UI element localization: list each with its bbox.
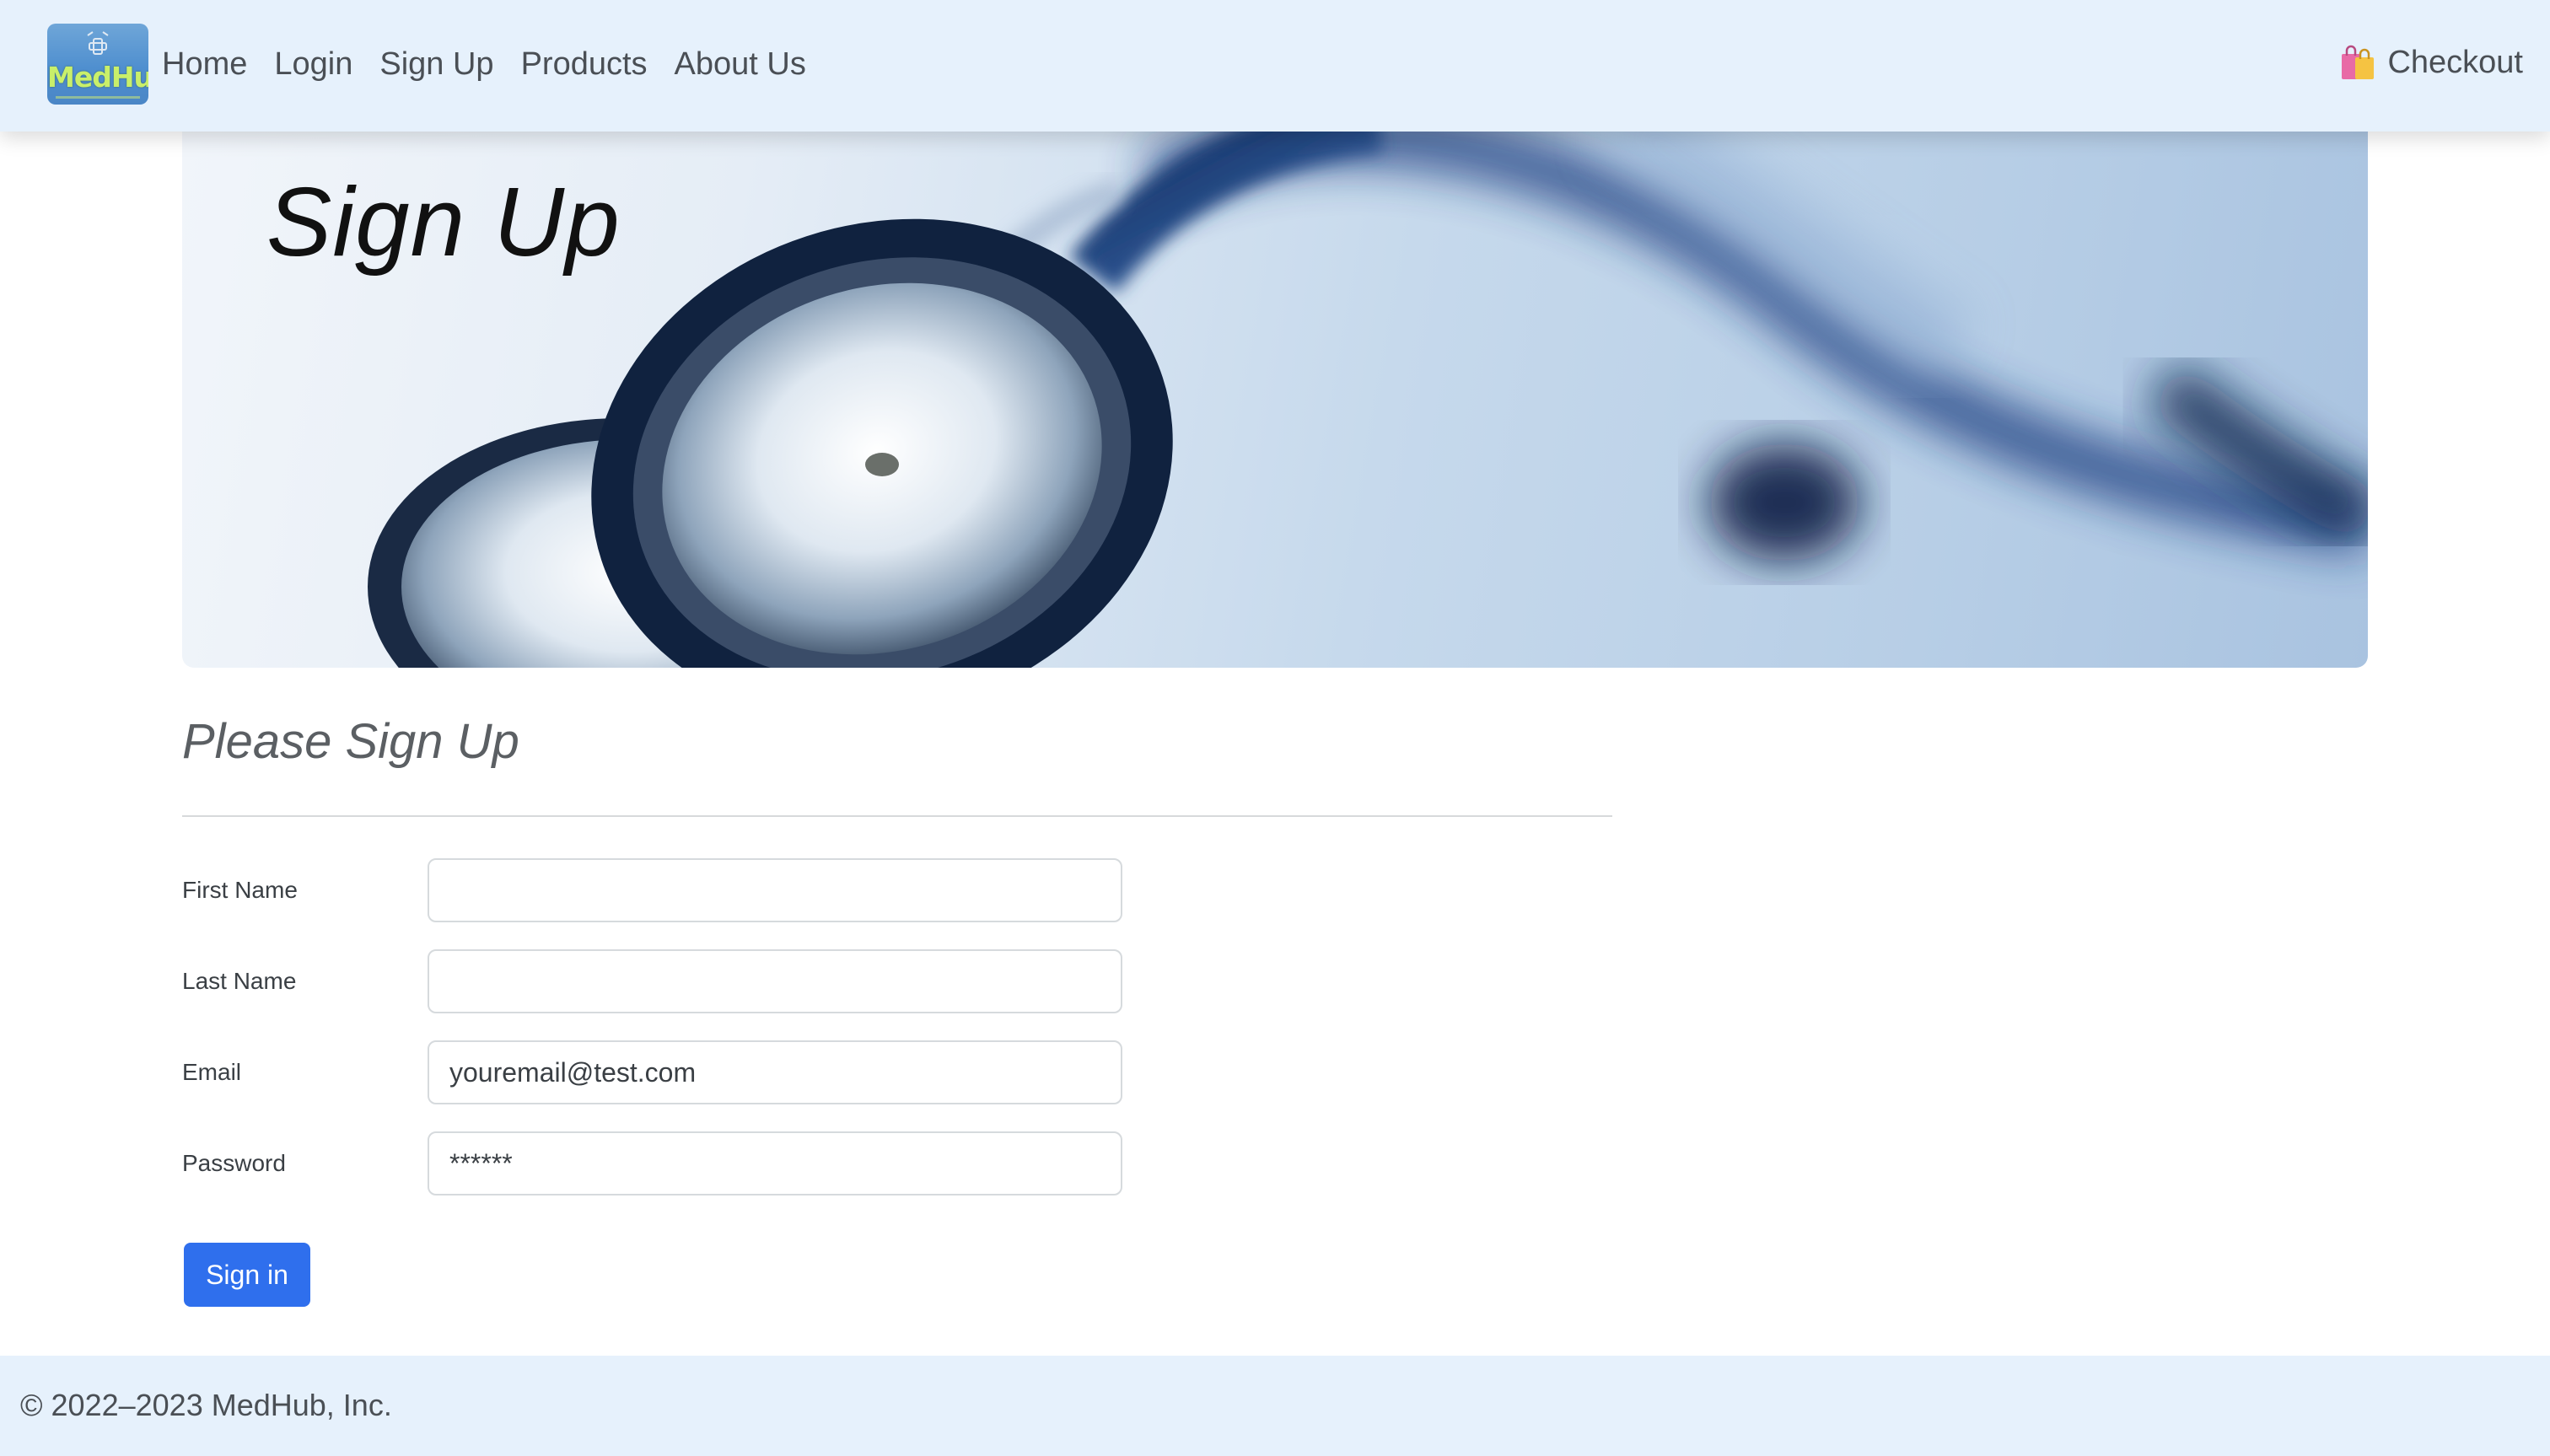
email-label: Email: [182, 1059, 242, 1085]
nav-link-sign-up[interactable]: Sign Up: [379, 42, 493, 86]
form-divider: [182, 815, 1612, 817]
nav-link-products[interactable]: Products: [521, 42, 648, 86]
email-input[interactable]: [428, 1040, 1122, 1104]
form-heading: Please Sign Up: [182, 714, 519, 769]
medhub-logo[interactable]: MedHub: [47, 24, 148, 105]
shopping-bags-icon: [2342, 45, 2375, 79]
sign-in-button[interactable]: Sign in: [184, 1243, 310, 1307]
first-name-input[interactable]: [428, 858, 1122, 922]
form-row-email: Email: [182, 1040, 1194, 1104]
form-row-last-name: Last Name: [182, 949, 1194, 1013]
password-input[interactable]: [428, 1131, 1122, 1195]
footer-copyright: © 2022–2023 MedHub, Inc.: [20, 1388, 392, 1422]
hero-banner: Sign Up: [182, 132, 2368, 668]
form-row-first-name: First Name: [182, 858, 1194, 922]
main-nav: Home Login Sign Up Products About Us: [162, 42, 833, 86]
first-name-label: First Name: [182, 877, 298, 903]
navbar: MedHub Home Login Sign Up Products About…: [0, 0, 2550, 132]
page-title: Sign Up: [266, 167, 621, 277]
checkout-link[interactable]: Checkout: [2340, 40, 2523, 84]
form-row-password: Password: [182, 1131, 1194, 1195]
last-name-label: Last Name: [182, 968, 297, 994]
checkout-label: Checkout: [2387, 45, 2523, 80]
logo-text: MedHub: [47, 61, 148, 94]
nav-link-about-us[interactable]: About Us: [675, 42, 806, 86]
nav-link-login[interactable]: Login: [274, 42, 352, 86]
last-name-input[interactable]: [428, 949, 1122, 1013]
footer: © 2022–2023 MedHub, Inc.: [0, 1356, 2550, 1456]
medical-cross-icon: [87, 31, 109, 55]
logo-tagline: [56, 96, 140, 99]
nav-link-home[interactable]: Home: [162, 42, 247, 86]
password-label: Password: [182, 1150, 286, 1176]
